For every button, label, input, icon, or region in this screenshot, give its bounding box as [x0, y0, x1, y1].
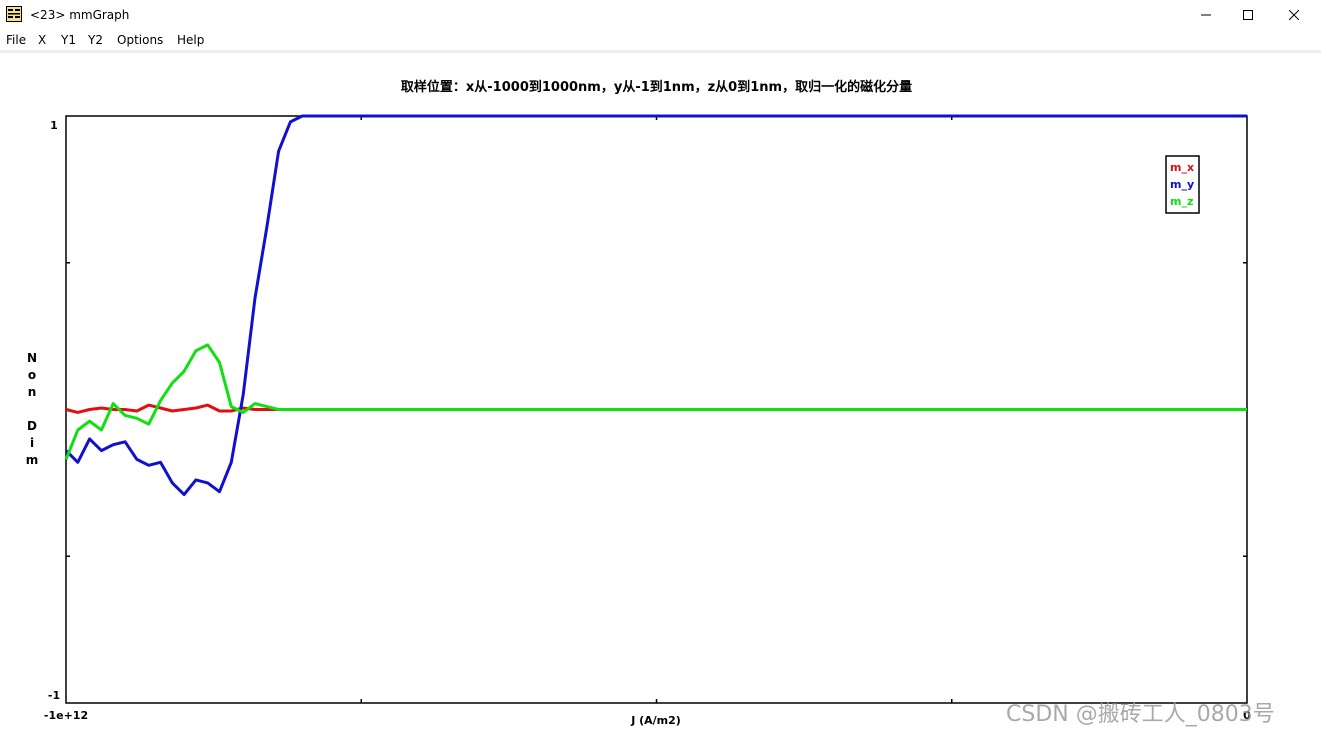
series-layer [64, 114, 1247, 497]
legend-entry-m-x: m_x [1170, 161, 1194, 174]
legend-entry-m-y: m_y [1170, 178, 1194, 191]
legend: m_x m_y m_z [1165, 155, 1200, 214]
legend-entry-m-z: m_z [1170, 195, 1193, 208]
chart: 1 -1 -1e+12 0 J (A/m2) m_x m_y m_z [44, 114, 1251, 727]
x-tick-label-left: -1e+12 [44, 709, 88, 722]
y-tick-label-bottom: -1 [48, 689, 60, 702]
csdn-watermark: CSDN @搬砖工人_0803号 [1006, 702, 1275, 727]
y-tick-label-top: 1 [50, 119, 58, 132]
x-axis-label: J (A/m2) [630, 714, 681, 727]
series-line-m-y [64, 114, 1247, 497]
